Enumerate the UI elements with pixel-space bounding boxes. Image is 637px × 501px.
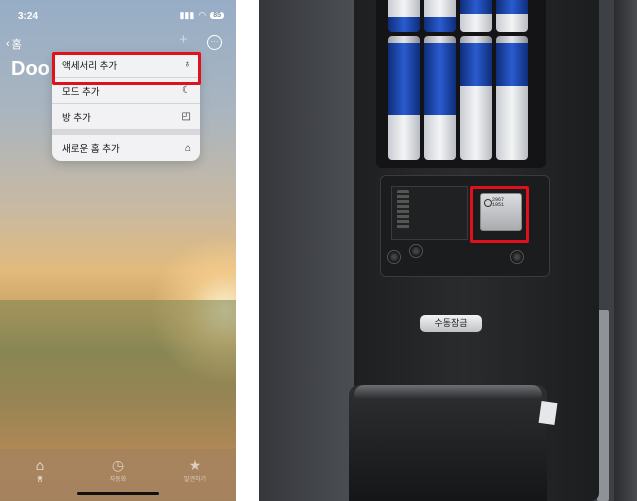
door-background bbox=[259, 0, 354, 501]
door-frame bbox=[614, 0, 637, 501]
home-app-screen: 3:24 ▮▮▮ ◠ 85 ‹ 홈 + ··· Doo 액세서리 추가 ♁ 모드… bbox=[0, 0, 236, 501]
page-title: Doo bbox=[11, 58, 50, 80]
tab-label: 자동화 bbox=[109, 477, 127, 483]
door-lock-photo: 2967 1951 수동잠금 bbox=[259, 0, 637, 501]
battery-cell bbox=[388, 36, 420, 160]
manual-lock-button[interactable]: 수동잠금 bbox=[420, 315, 482, 332]
battery-cell bbox=[388, 0, 420, 32]
battery-compartment bbox=[376, 0, 546, 168]
tab-label: 발견하기 bbox=[183, 477, 207, 483]
tab-automation[interactable]: ◷ 자동화 bbox=[88, 457, 148, 483]
plus-icon[interactable]: + bbox=[179, 31, 188, 48]
more-options-icon[interactable]: ··· bbox=[207, 35, 222, 50]
status-time: 3:24 bbox=[18, 11, 39, 22]
wallpaper-field bbox=[0, 300, 236, 450]
menu-item-label: 새로운 홈 추가 bbox=[62, 144, 120, 155]
tape-strip bbox=[538, 400, 558, 426]
clock-check-icon: ◷ bbox=[111, 457, 125, 473]
chevron-left-icon: ‹ bbox=[6, 38, 10, 50]
highlight-box bbox=[470, 186, 529, 243]
wifi-icon: ◠ bbox=[198, 10, 207, 20]
moon-icon: ☾ bbox=[182, 85, 191, 96]
house-fill-icon: ⌂ bbox=[35, 457, 45, 473]
home-indicator bbox=[77, 492, 159, 495]
highlight-box bbox=[52, 52, 201, 85]
battery-icon: 85 bbox=[210, 12, 224, 19]
battery-cell bbox=[460, 0, 492, 32]
battery-cell bbox=[460, 36, 492, 160]
back-label: 홈 bbox=[11, 39, 22, 51]
battery-cell bbox=[424, 36, 456, 160]
pin-connector bbox=[397, 190, 409, 230]
screw-icon bbox=[387, 250, 401, 264]
tab-discover[interactable]: ★ 발견하기 bbox=[165, 457, 225, 483]
battery-cell bbox=[424, 0, 456, 32]
menu-item-add-room[interactable]: 방 추가 ◰ bbox=[52, 104, 200, 130]
tab-home[interactable]: ⌂ 홈 bbox=[10, 457, 70, 483]
battery-cell bbox=[496, 36, 528, 160]
signal-icon: ▮▮▮ bbox=[179, 10, 195, 20]
screw-icon bbox=[510, 250, 524, 264]
menu-item-label: 방 추가 bbox=[62, 112, 91, 124]
handle-ridge bbox=[354, 385, 542, 399]
door-handle bbox=[349, 385, 547, 501]
battery-cell bbox=[496, 0, 528, 32]
tab-label: 홈 bbox=[37, 477, 43, 483]
menu-item-label: 모드 추가 bbox=[62, 86, 100, 98]
status-icons: ▮▮▮ ◠ 85 bbox=[179, 10, 224, 21]
menu-item-add-home[interactable]: 새로운 홈 추가 ⌂ bbox=[52, 135, 200, 161]
back-button[interactable]: ‹ 홈 bbox=[6, 36, 22, 52]
room-icon: ◰ bbox=[181, 111, 191, 122]
house-icon: ⌂ bbox=[184, 142, 191, 154]
screw-icon bbox=[409, 244, 423, 258]
star-icon: ★ bbox=[188, 457, 202, 473]
